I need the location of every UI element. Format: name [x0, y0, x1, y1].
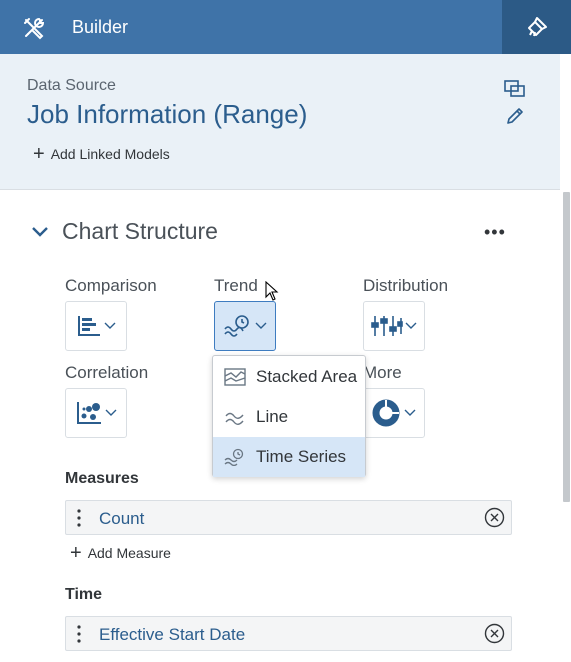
copy-icon[interactable] [504, 80, 526, 103]
category-label-distribution: Distribution [363, 276, 449, 295]
category-label-more: More [363, 363, 402, 382]
menu-item-label: Stacked Area [256, 367, 358, 386]
remove-circle-icon[interactable] [484, 623, 505, 644]
chart-structure-label: Chart Structure [62, 218, 218, 244]
comparison-chart-button[interactable] [65, 301, 127, 351]
measure-value: Count [99, 509, 145, 528]
builder-title: Builder [72, 17, 129, 37]
measures-label: Measures [65, 470, 139, 487]
builder-header: Builder [0, 0, 571, 54]
trend-dropdown-menu: Stacked Area Line Time Series [212, 355, 366, 477]
bar-chart-icon [78, 316, 100, 336]
line-icon [225, 412, 244, 425]
mouse-cursor-icon [265, 281, 279, 301]
menu-item-line[interactable]: Line [213, 397, 365, 437]
time-dimension-row[interactable]: Effective Start Date [65, 616, 512, 651]
chevron-down-icon [104, 322, 116, 329]
styling-brush-icon [528, 17, 547, 37]
donut-icon [372, 399, 400, 427]
time-label: Time [65, 586, 103, 603]
chevron-down-icon [105, 409, 117, 416]
category-label-correlation: Correlation [65, 363, 149, 382]
chevron-down-icon [32, 226, 48, 237]
tools-icon[interactable] [22, 16, 46, 40]
plus-icon: + [70, 542, 82, 564]
chevron-down-icon [404, 409, 416, 416]
time-series-icon [224, 315, 249, 337]
drag-handle-icon[interactable] [77, 509, 81, 527]
data-source-label: Data Source [27, 77, 116, 94]
plus-icon: + [33, 143, 45, 165]
edit-pencil-icon[interactable] [505, 106, 525, 131]
add-linked-models-label: Add Linked Models [50, 146, 170, 162]
data-source-title[interactable]: Job Information (Range) [27, 99, 307, 130]
scrollbar-thumb[interactable] [563, 192, 570, 502]
add-measure-label: Add Measure [87, 545, 171, 561]
panel-scrollbar[interactable] [562, 54, 571, 662]
time-series-icon [224, 448, 244, 466]
menu-item-label: Time Series [256, 447, 347, 466]
remove-circle-icon[interactable] [484, 507, 505, 528]
correlation-chart-button[interactable] [65, 388, 127, 438]
menu-item-label: Line [256, 407, 289, 426]
data-source-panel: Data Source Job Information (Range) + Ad… [0, 54, 560, 190]
drag-handle-icon[interactable] [77, 625, 81, 643]
menu-item-stacked-area[interactable]: Stacked Area [213, 357, 365, 397]
more-chart-button[interactable] [363, 388, 425, 438]
chevron-down-icon [405, 322, 417, 329]
chart-structure-header[interactable]: Chart Structure [30, 218, 218, 245]
add-measure-link[interactable]: + Add Measure [70, 542, 171, 564]
category-label-comparison: Comparison [65, 276, 157, 295]
more-icon[interactable]: ••• [484, 222, 506, 243]
distribution-chart-button[interactable] [363, 301, 425, 351]
box-plot-icon [371, 316, 403, 336]
time-dimension-value: Effective Start Date [99, 625, 246, 644]
add-linked-models-link[interactable]: + Add Linked Models [33, 143, 170, 165]
stacked-area-icon [224, 368, 246, 386]
menu-item-time-series[interactable]: Time Series [213, 437, 365, 477]
category-label-trend: Trend [214, 276, 258, 295]
trend-chart-button[interactable] [214, 301, 276, 351]
measure-row[interactable]: Count [65, 500, 512, 535]
chevron-down-icon [255, 322, 267, 329]
scatter-icon [77, 402, 101, 424]
styling-tab[interactable] [502, 0, 571, 54]
